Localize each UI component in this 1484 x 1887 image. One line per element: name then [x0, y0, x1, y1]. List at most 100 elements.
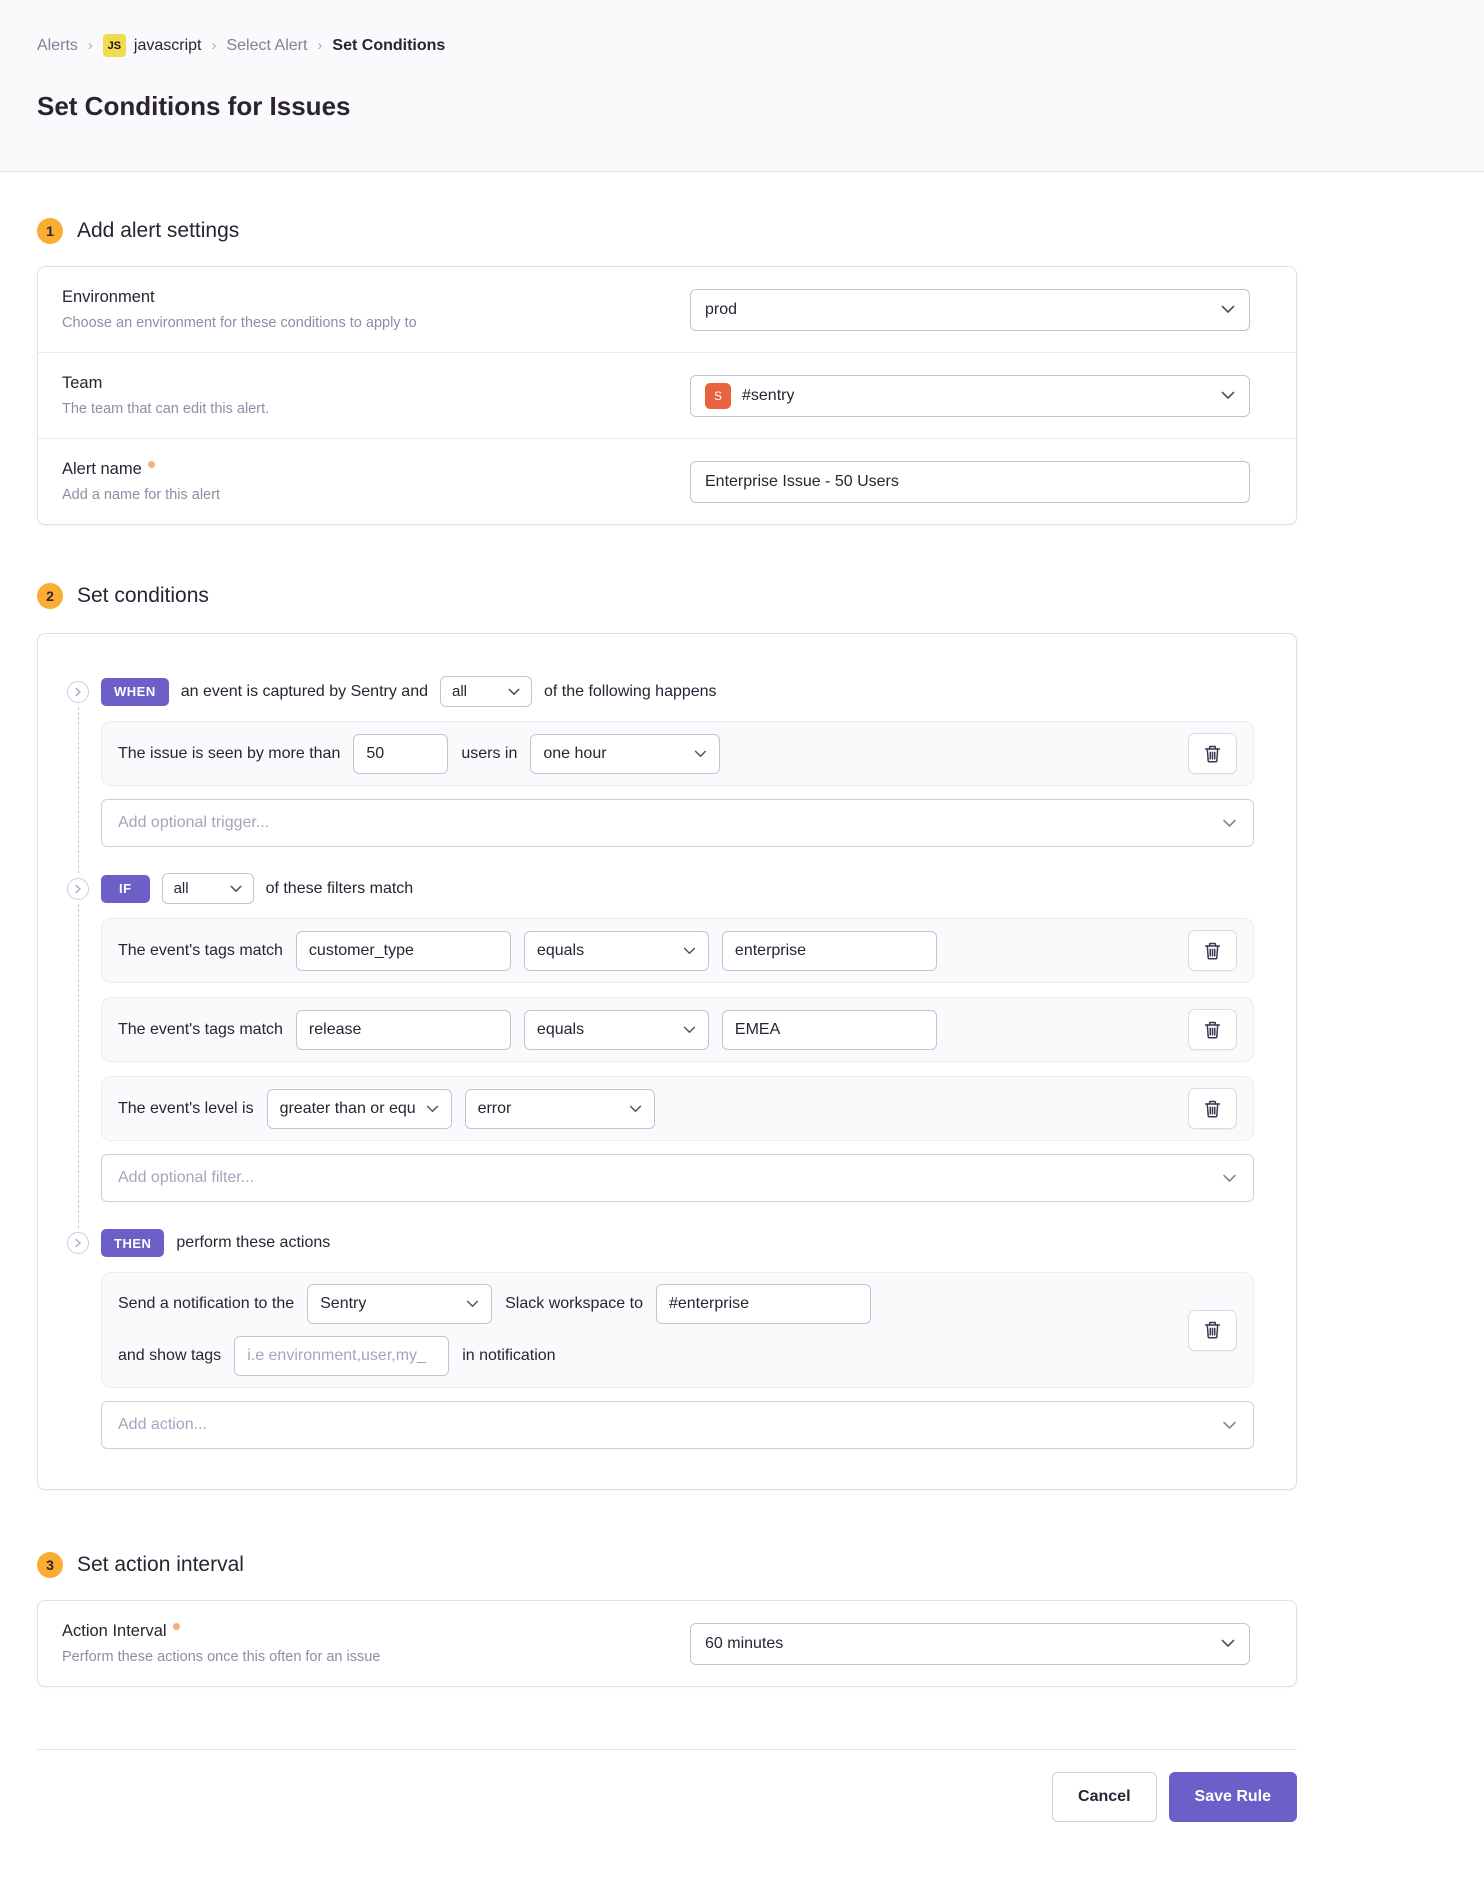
when-match-value: all [452, 683, 467, 700]
action-interval-labels: Action Interval Perform these actions on… [62, 1622, 380, 1665]
workspace-value: Sentry [320, 1295, 366, 1313]
environment-select[interactable]: prod [690, 289, 1250, 331]
breadcrumb-alerts[interactable]: Alerts [37, 37, 78, 55]
cancel-button[interactable]: Cancel [1052, 1772, 1156, 1822]
delete-filter-button[interactable] [1188, 930, 1237, 971]
breadcrumb-separator-icon: › [211, 37, 216, 54]
if-body: The event's tags match equals The e [78, 904, 1254, 1228]
chevron-down-icon [508, 688, 520, 696]
environment-value: prod [705, 301, 737, 319]
add-action-placeholder: Add action... [118, 1416, 207, 1434]
then-header: THEN perform these actions [67, 1228, 1254, 1258]
filter-rule-card: The event's tags match equals [101, 918, 1254, 983]
chevron-down-icon [683, 1026, 696, 1034]
channel-input[interactable] [656, 1284, 871, 1324]
trash-icon [1204, 1100, 1221, 1118]
if-text-after: of these filters match [266, 880, 414, 898]
when-rule-text-before: The issue is seen by more than [118, 745, 340, 763]
if-badge: IF [101, 875, 150, 903]
breadcrumb-project-label: javascript [134, 37, 202, 55]
team-select[interactable]: S #sentry [690, 375, 1250, 417]
alert-name-label: Alert name [62, 460, 220, 479]
chevron-down-icon [1222, 1174, 1237, 1183]
tag-key-input[interactable] [296, 931, 511, 971]
when-match-select[interactable]: all [440, 676, 532, 707]
if-header: IF all of these filters match [67, 873, 1254, 904]
filter-text: The event's tags match [118, 1021, 283, 1039]
chevron-down-icon [629, 1105, 642, 1113]
breadcrumb-project[interactable]: JS javascript [103, 34, 202, 57]
when-header: WHEN an event is captured by Sentry and … [67, 676, 1254, 707]
action-card: Send a notification to the Sentry Slack … [101, 1272, 1254, 1388]
delete-filter-button[interactable] [1188, 1088, 1237, 1129]
level-operator-select[interactable]: greater than or equ [267, 1089, 452, 1129]
step-number-badge: 1 [37, 218, 63, 244]
collapse-toggle-icon[interactable] [67, 878, 89, 900]
breadcrumb: Alerts › JS javascript › Select Alert › … [37, 34, 1447, 57]
operator-value: equals [537, 942, 584, 960]
alert-settings-panel: Environment Choose an environment for th… [37, 266, 1297, 525]
section-title: Add alert settings [77, 219, 239, 243]
action-text-2: Slack workspace to [505, 1295, 643, 1313]
workspace-select[interactable]: Sentry [307, 1284, 492, 1324]
breadcrumb-separator-icon: › [317, 37, 322, 54]
section-heading-action-interval: 3 Set action interval [37, 1552, 1297, 1578]
operator-value: equals [537, 1021, 584, 1039]
action-interval-label: Action Interval [62, 1622, 380, 1641]
collapse-toggle-icon[interactable] [67, 681, 89, 703]
trash-icon [1204, 1021, 1221, 1039]
operator-select[interactable]: equals [524, 931, 709, 971]
page-title: Set Conditions for Issues [37, 89, 1447, 123]
then-badge: THEN [101, 1229, 164, 1257]
action-interval-row: Action Interval Perform these actions on… [38, 1601, 1296, 1686]
trash-icon [1204, 745, 1221, 763]
step-number-badge: 2 [37, 583, 63, 609]
tags-input[interactable] [234, 1336, 449, 1376]
when-body: The issue is seen by more than users in … [78, 707, 1254, 873]
breadcrumb-select-alert[interactable]: Select Alert [226, 37, 307, 55]
interval-select[interactable]: one hour [530, 734, 720, 774]
form-footer: Cancel Save Rule [37, 1749, 1297, 1862]
tag-key-input[interactable] [296, 1010, 511, 1050]
required-marker [148, 461, 155, 468]
interval-value: one hour [543, 745, 606, 763]
add-action[interactable]: Add action... [101, 1401, 1254, 1449]
operator-select[interactable]: equals [524, 1010, 709, 1050]
alert-name-help: Add a name for this alert [62, 487, 220, 503]
section-heading-set-conditions: 2 Set conditions [37, 583, 1297, 609]
step-number-badge: 3 [37, 1552, 63, 1578]
team-labels: Team The team that can edit this alert. [62, 374, 269, 417]
save-rule-button[interactable]: Save Rule [1169, 1772, 1297, 1822]
conditions-panel: WHEN an event is captured by Sentry and … [37, 633, 1297, 1490]
user-count-input[interactable] [353, 734, 448, 774]
chevron-down-icon [1221, 391, 1235, 400]
team-value: #sentry [742, 387, 794, 405]
tag-value-input[interactable] [722, 931, 937, 971]
page-header: Alerts › JS javascript › Select Alert › … [0, 0, 1484, 172]
add-optional-filter[interactable]: Add optional filter... [101, 1154, 1254, 1202]
when-text-after: of the following happens [544, 683, 717, 701]
environment-row: Environment Choose an environment for th… [38, 267, 1296, 352]
if-match-select[interactable]: all [162, 873, 254, 904]
when-rule-card: The issue is seen by more than users in … [101, 721, 1254, 786]
required-marker [173, 1623, 180, 1630]
section-title: Set action interval [77, 1553, 244, 1577]
breadcrumb-current: Set Conditions [332, 37, 445, 55]
trash-icon [1204, 1321, 1221, 1339]
level-value-select[interactable]: error [465, 1089, 655, 1129]
action-interval-select[interactable]: 60 minutes [690, 1623, 1250, 1665]
delete-filter-button[interactable] [1188, 1009, 1237, 1050]
chevron-down-icon [466, 1300, 479, 1308]
collapse-toggle-icon[interactable] [67, 1232, 89, 1254]
filter-text: The event's tags match [118, 942, 283, 960]
add-optional-trigger[interactable]: Add optional trigger... [101, 799, 1254, 847]
delete-trigger-button[interactable] [1188, 733, 1237, 774]
delete-action-button[interactable] [1188, 1310, 1237, 1351]
environment-label: Environment [62, 288, 417, 307]
alert-name-input[interactable] [690, 461, 1250, 503]
chevron-down-icon [230, 885, 242, 893]
tag-value-input[interactable] [722, 1010, 937, 1050]
chevron-down-icon [1222, 819, 1237, 828]
breadcrumb-separator-icon: › [88, 37, 93, 54]
chevron-down-icon [1222, 1421, 1237, 1430]
